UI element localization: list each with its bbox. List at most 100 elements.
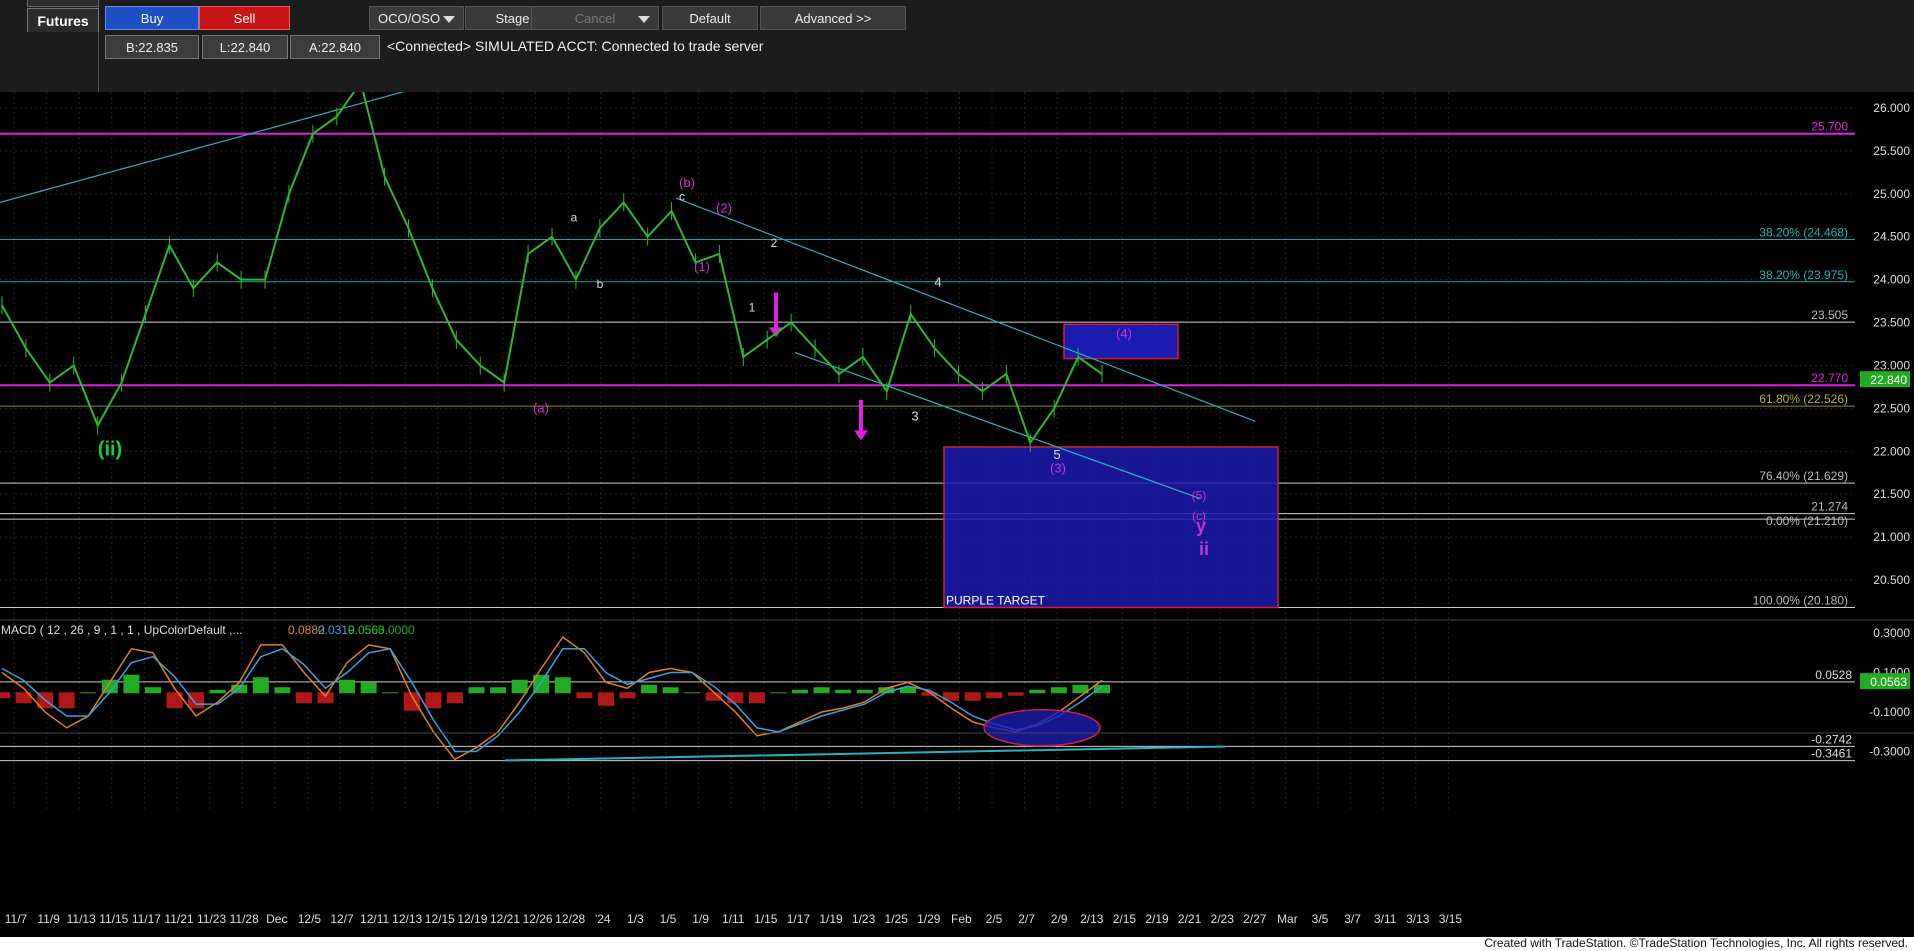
date-tick-label: 12/15 xyxy=(425,912,455,926)
oco-oso-dropdown[interactable]: OCO/OSO xyxy=(369,6,464,30)
macd-tick-label: -0.1000 xyxy=(1869,705,1910,719)
sell-button[interactable]: Sell xyxy=(199,6,290,30)
date-tick-label: 1/15 xyxy=(754,912,778,926)
connection-status: <Connected> SIMULATED ACCT: Connected to… xyxy=(387,38,764,54)
price-tick-label: 23.000 xyxy=(1873,358,1910,372)
cancel-label: Cancel xyxy=(574,11,616,26)
date-tick-label: 1/29 xyxy=(917,912,941,926)
price-tick-label: 20.500 xyxy=(1873,573,1910,587)
macd-histogram-bar xyxy=(856,689,873,694)
date-tick-label: 3/7 xyxy=(1344,912,1361,926)
level-label: 0.00% (21.210) xyxy=(1766,514,1848,528)
price-tick-label: 24.000 xyxy=(1873,273,1910,287)
price-tick-label: 21.500 xyxy=(1873,487,1910,501)
level-label: 23.505 xyxy=(1811,308,1848,322)
price-tick-label: 21.000 xyxy=(1873,530,1910,544)
wave-label: 2 xyxy=(771,236,778,250)
price-tick-label: 22.500 xyxy=(1873,401,1910,415)
footer-credit: Created with TradeStation. ©TradeStation… xyxy=(1484,936,1908,950)
macd-histogram-bar xyxy=(58,692,75,709)
date-tick-label: 2/5 xyxy=(986,912,1003,926)
date-tick-label: 11/17 xyxy=(132,912,161,926)
wave-label: (2) xyxy=(716,201,732,216)
date-tick-label: 3/13 xyxy=(1406,912,1430,926)
macd-histogram-bar xyxy=(0,692,10,699)
wave-label: 4 xyxy=(934,275,941,290)
level-label: 100.00% (20.180) xyxy=(1753,593,1848,607)
ask-price[interactable]: A:22.840 xyxy=(290,35,380,59)
date-tick-label: 11/21 xyxy=(164,912,193,926)
macd-histogram-bar xyxy=(1050,687,1067,694)
level-label: 21.274 xyxy=(1811,500,1848,514)
chevron-down-icon xyxy=(443,16,455,23)
buy-button[interactable]: Buy xyxy=(105,6,199,30)
macd-histogram-bar xyxy=(554,677,571,694)
date-tick-label: 12/5 xyxy=(298,912,322,926)
price-tick-label: 25.500 xyxy=(1873,144,1910,158)
date-tick-label: Feb xyxy=(951,912,972,926)
stage-label: Stage xyxy=(495,11,530,26)
last-price[interactable]: L:22.840 xyxy=(202,35,288,59)
macd-histogram-bar xyxy=(748,692,765,704)
price-tick-label: 25.000 xyxy=(1873,187,1910,201)
cancel-dropdown[interactable]: Cancel xyxy=(531,6,659,30)
macd-histogram-bar xyxy=(619,692,636,699)
date-tick-label: 2/9 xyxy=(1051,912,1068,926)
options-tab-edge[interactable] xyxy=(27,0,99,7)
wave-label: (3) xyxy=(1050,461,1066,476)
date-tick-label: 3/11 xyxy=(1374,912,1397,926)
purple-target-box xyxy=(943,446,1279,609)
last-price-badge-label: 22.840 xyxy=(1870,373,1907,387)
date-tick-label: 1/3 xyxy=(627,912,644,926)
macd-level-label: -0.3461 xyxy=(1811,747,1852,761)
wave-label: (b) xyxy=(679,175,695,190)
date-tick-label: Mar xyxy=(1277,912,1298,926)
bid-price[interactable]: B:22.835 xyxy=(105,35,199,59)
date-tick-label: 11/9 xyxy=(37,912,60,926)
macd-histogram-bar xyxy=(317,692,334,704)
price-chart[interactable]: 0.00% (26.321)25.70038.20% (24.468)38.20… xyxy=(0,92,1914,937)
level-label: 38.20% (24.468) xyxy=(1759,225,1848,239)
macd-histogram-bar xyxy=(597,692,614,706)
wave-label: c xyxy=(679,190,685,204)
macd-histogram-bar xyxy=(209,689,226,694)
date-tick-label: 3/15 xyxy=(1439,912,1463,926)
date-tick-label: 1/17 xyxy=(787,912,811,926)
date-tick-label: 2/21 xyxy=(1178,912,1202,926)
wave-label: 3 xyxy=(911,408,918,423)
macd-highlight-ellipse xyxy=(983,709,1101,747)
level-label: 76.40% (21.629) xyxy=(1759,469,1848,483)
date-tick-label: 1/23 xyxy=(852,912,876,926)
macd-histogram-bar xyxy=(382,692,399,694)
date-tick-label: Dec xyxy=(266,912,287,926)
wave-label: (5) xyxy=(1192,488,1207,502)
macd-level-label: -0.2742 xyxy=(1811,732,1852,746)
macd-histogram-bar xyxy=(1094,684,1110,694)
default-button[interactable]: Default xyxy=(662,6,758,30)
wave-label: 1 xyxy=(749,300,756,314)
macd-histogram-bar xyxy=(123,674,140,694)
date-tick-label: 2/27 xyxy=(1243,912,1267,926)
macd-histogram-bar xyxy=(986,692,1003,699)
date-tick-label: 2/15 xyxy=(1113,912,1137,926)
wave-label: (ii) xyxy=(98,439,122,461)
macd-histogram-bar xyxy=(641,684,658,694)
date-tick-label: 1/19 xyxy=(819,912,843,926)
wave-label: ii xyxy=(1199,539,1209,559)
date-tick-label: 1/9 xyxy=(692,912,709,926)
date-tick-label: 3/5 xyxy=(1312,912,1329,926)
macd-histogram-bar xyxy=(360,682,377,694)
wave-label: (4) xyxy=(1116,326,1132,341)
date-tick-label: 11/13 xyxy=(67,912,96,926)
advanced-button[interactable]: Advanced >> xyxy=(760,6,906,30)
macd-histogram-bar xyxy=(1007,692,1024,696)
macd-tick-label: 0.3000 xyxy=(1873,626,1910,640)
tab-futures[interactable]: Futures xyxy=(27,8,99,32)
price-tick-label: 26.000 xyxy=(1873,101,1910,115)
date-tick-label: 11/23 xyxy=(197,912,226,926)
date-tick-label: 2/13 xyxy=(1080,912,1104,926)
chevron-down-icon xyxy=(638,16,650,23)
date-tick-label: 12/28 xyxy=(555,912,585,926)
macd-histogram-bar xyxy=(1029,689,1046,694)
wave-label: a xyxy=(571,210,578,224)
